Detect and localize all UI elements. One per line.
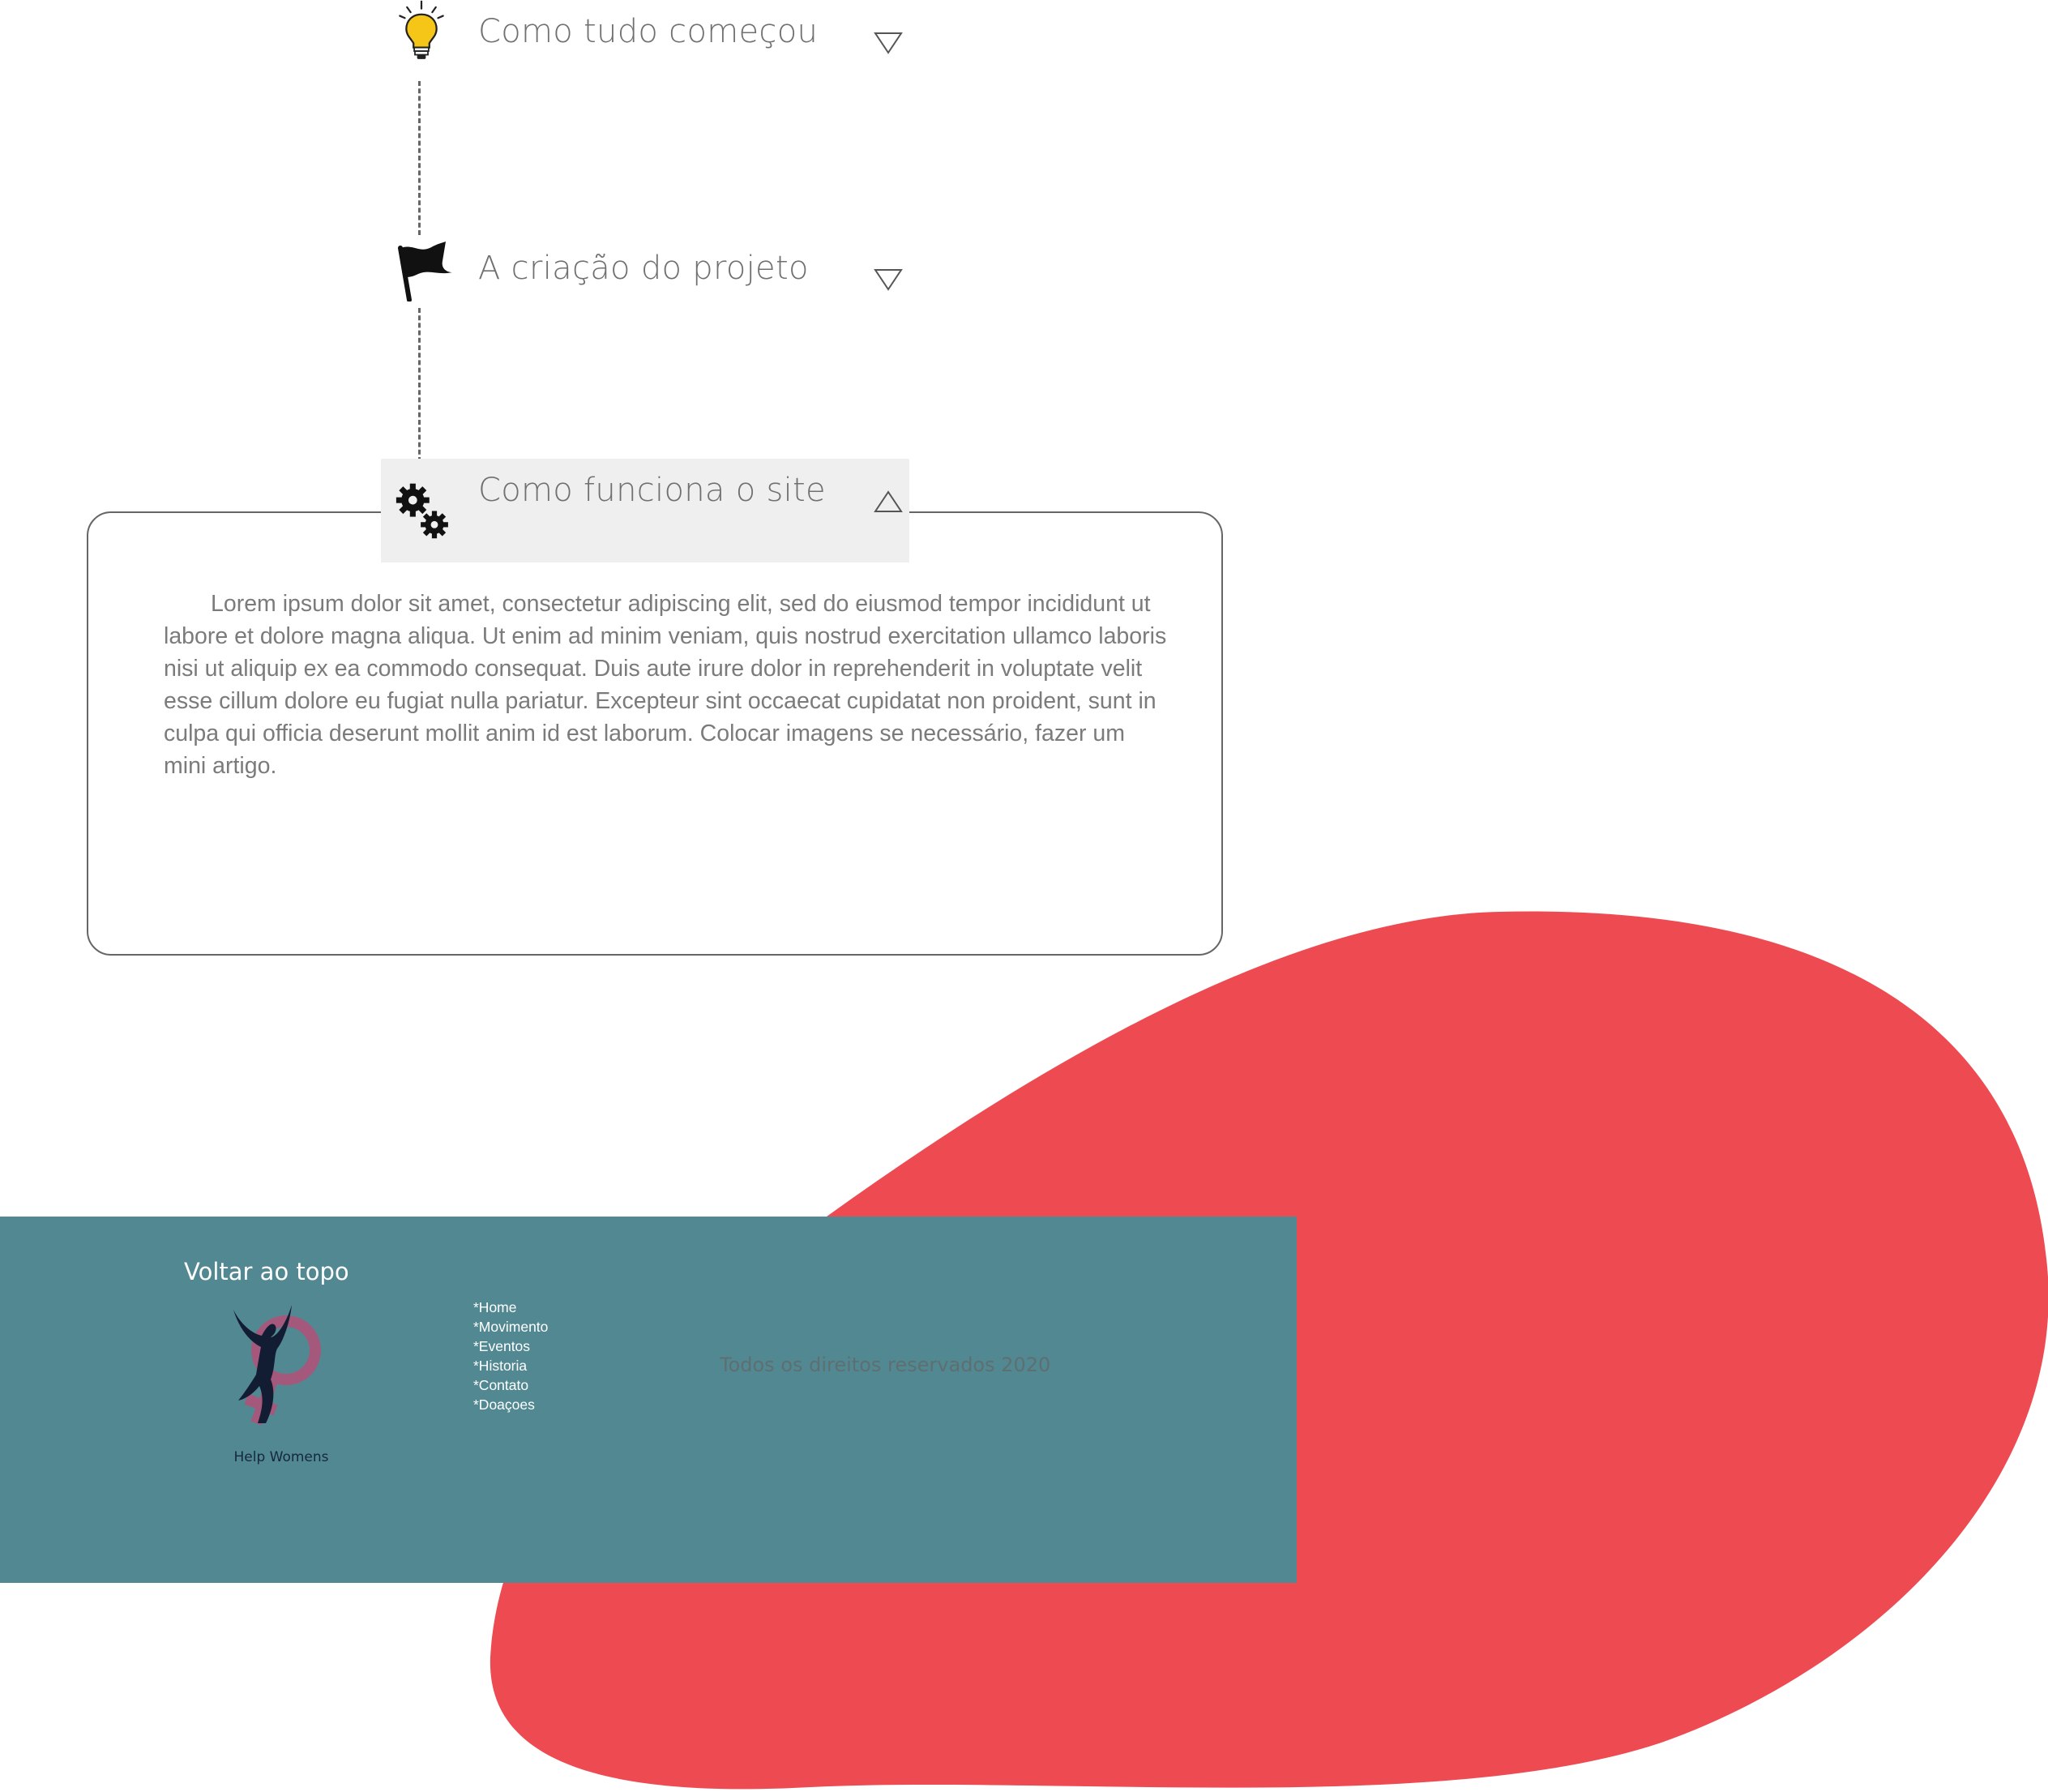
triangle-down-icon[interactable] [874, 267, 903, 292]
accordion-header-funciona[interactable]: Como funciona o site [381, 459, 909, 562]
triangle-down-icon[interactable] [874, 31, 903, 55]
logo-text: Help Womens [233, 1449, 329, 1465]
accordion-header-inicio[interactable]: Como tudo começou [381, 0, 909, 104]
footer: Voltar ao topo Help Womens *Home *Movime… [0, 1217, 1297, 1583]
footer-link-movimento[interactable]: *Movimento [473, 1317, 548, 1337]
accordion-content-panel: Lorem ipsum dolor sit amet, consectetur … [87, 511, 1223, 956]
accordion-header-projeto[interactable]: A criação do projeto [381, 237, 909, 340]
footer-nav: *Home *Movimento *Eventos *Historia *Con… [473, 1298, 548, 1414]
footer-link-eventos[interactable]: *Eventos [473, 1337, 548, 1356]
accordion-title: A criação do projeto [478, 250, 809, 287]
lightbulb-icon [399, 0, 444, 59]
timeline-connector [418, 81, 421, 235]
triangle-up-icon[interactable] [874, 490, 903, 514]
footer-link-contato[interactable]: *Contato [473, 1375, 548, 1395]
footer-link-doacoes[interactable]: *Doaçoes [473, 1395, 548, 1414]
copyright-text: Todos os direitos reservados 2020 [720, 1354, 1051, 1376]
help-womens-logo [233, 1305, 321, 1426]
accordion-title: Como funciona o site [478, 472, 826, 509]
flag-icon [398, 242, 452, 302]
accordion-title: Como tudo começou [478, 13, 819, 50]
gears-icon [395, 483, 448, 539]
accordion-content-text: Lorem ipsum dolor sit amet, consectetur … [164, 591, 1167, 779]
footer-link-home[interactable]: *Home [473, 1298, 548, 1317]
back-to-top-link[interactable]: Voltar ao topo [184, 1258, 349, 1285]
footer-link-historia[interactable]: *Historia [473, 1356, 548, 1375]
